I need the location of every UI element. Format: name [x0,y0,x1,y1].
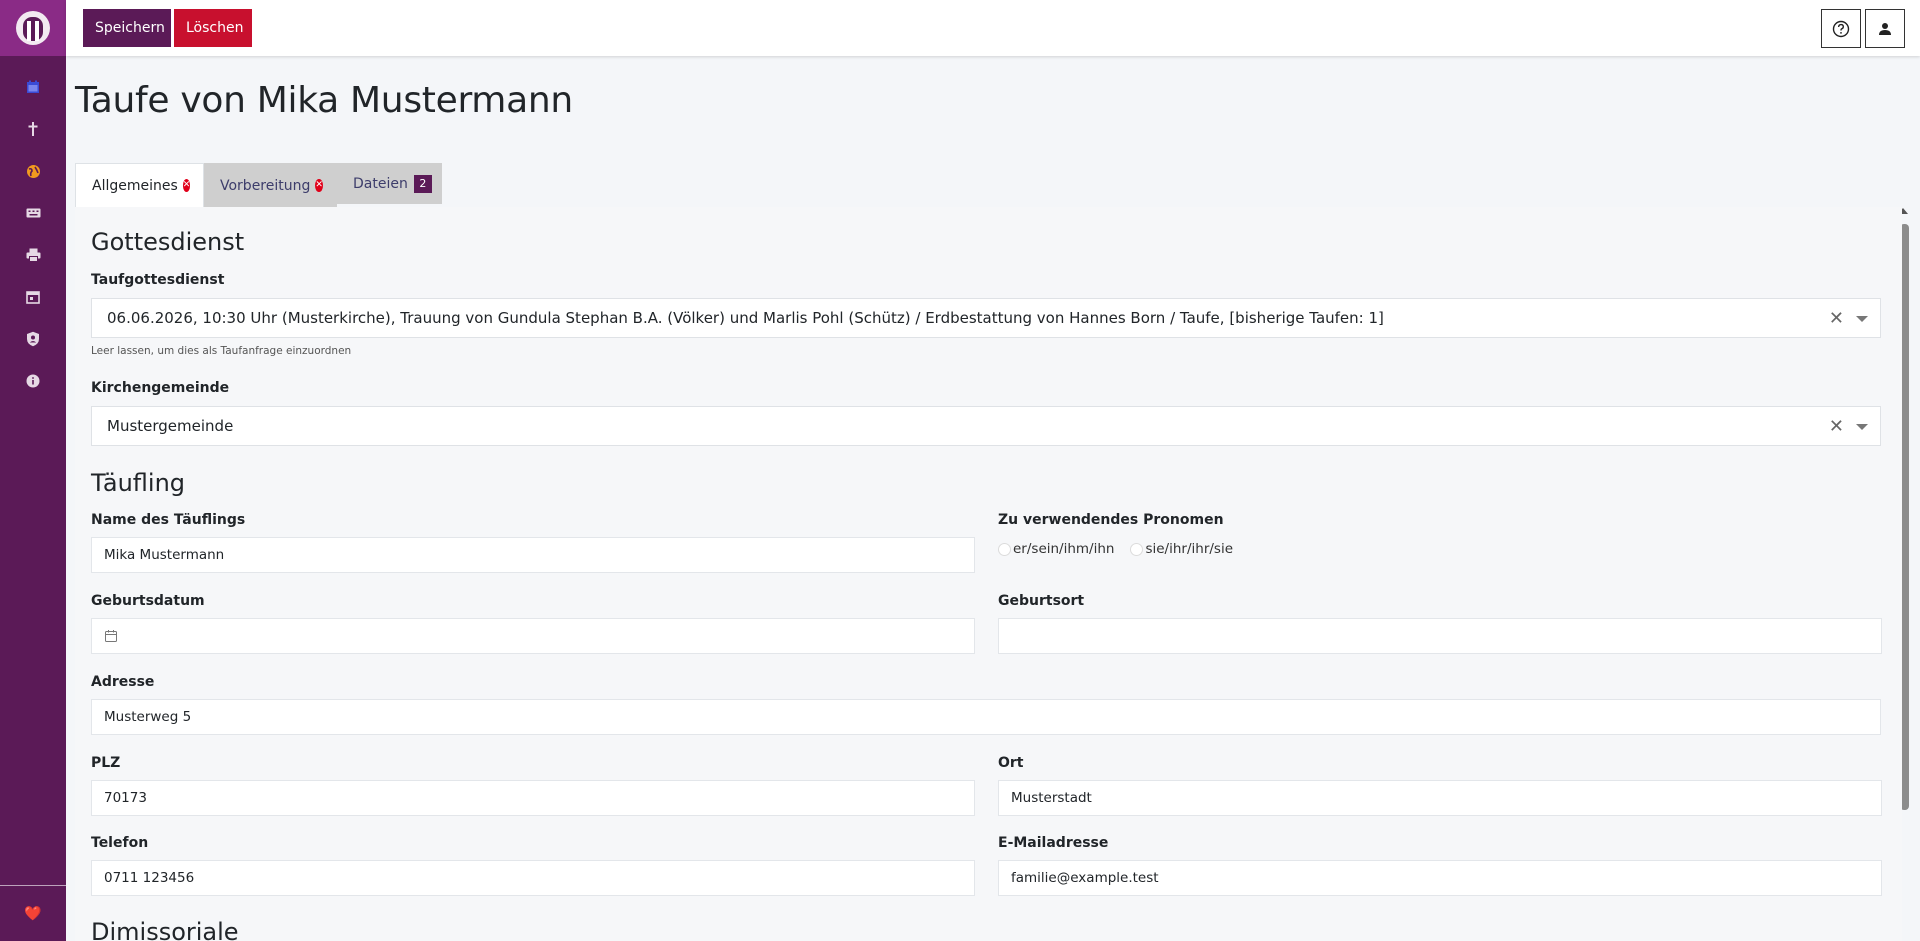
pronomen-radio-group: er/sein/ihm/ihn sie/ihr/ihr/sie [998,541,1233,557]
page-title: Taufe von Mika Mustermann [75,80,573,121]
info-icon [26,374,40,388]
kirchengemeinde-select[interactable]: Mustergemeinde ✕ [91,406,1881,446]
top-toolbar: Speichern Löschen [66,0,1920,56]
tab-label: Dateien [353,175,408,192]
keyboard-icon [26,208,40,218]
error-icon: ✕ [182,179,191,192]
geburtsdatum-input[interactable] [91,618,975,654]
shield-user-icon [27,331,39,347]
label-taufgottesdienst: Taufgottesdienst [91,272,225,288]
file-count-badge: 2 [413,174,432,193]
clear-icon[interactable]: ✕ [1829,308,1844,329]
sidebar-item-globe[interactable] [0,150,66,192]
help-circle-icon [1832,20,1850,37]
label-adresse: Adresse [91,674,155,690]
taufgottesdienst-select[interactable]: 06.06.2026, 10:30 Uhr (Musterkirche), Tr… [91,298,1881,338]
label-telefon: Telefon [91,835,149,851]
radio-label: er/sein/ihm/ihn [1013,541,1115,557]
user-icon [1879,22,1891,35]
pronomen-option-sie[interactable]: sie/ihr/ihr/sie [1130,541,1233,557]
help-button[interactable] [1821,9,1861,48]
brand-area [0,0,66,56]
form-content: Gottesdienst Taufgottesdienst 06.06.2026… [75,207,1902,941]
tab-vorbereitung[interactable]: Vorbereitung ✕ [204,163,337,208]
tab-allgemeines[interactable]: Allgemeines ✕ [75,163,204,207]
radio-button[interactable] [998,542,1011,556]
sidebar: ❤️ [0,0,66,941]
help-text: Leer lassen, um dies als Taufanfrage ein… [91,345,352,357]
chevron-down-icon[interactable] [1856,316,1868,322]
calendar-month-icon [26,291,40,304]
label-geburtsdatum: Geburtsdatum [91,593,205,609]
label-email: E-Mailadresse [998,835,1109,851]
sidebar-item-cross[interactable] [0,108,66,150]
radio-label: sie/ihr/ihr/sie [1145,541,1234,557]
select-value: 06.06.2026, 10:30 Uhr (Musterkirche), Tr… [107,309,1384,327]
delete-button[interactable]: Löschen [174,9,252,47]
sidebar-item-print[interactable] [0,234,66,276]
sidebar-item-schedule[interactable] [0,276,66,318]
tab-label: Vorbereitung [220,177,311,194]
label-name: Name des Täuflings [91,512,246,528]
label-ort: Ort [998,755,1024,771]
clear-icon[interactable]: ✕ [1829,416,1844,437]
sidebar-item-keyboard[interactable] [0,192,66,234]
adresse-input[interactable]: Musterweg 5 [91,699,1881,735]
radio-button[interactable] [1130,542,1144,556]
save-button[interactable]: Speichern [83,9,171,47]
calendar-icon[interactable] [104,629,118,643]
heart-icon: ❤️ [24,905,42,922]
tab-label: Allgemeines [92,177,178,194]
user-menu-button[interactable] [1865,9,1905,48]
geburtsort-input[interactable] [998,618,1882,654]
label-kirchengemeinde: Kirchengemeinde [91,380,230,396]
email-input[interactable]: familie@example.test [998,860,1882,896]
name-input[interactable]: Mika Mustermann [91,537,975,573]
calendar-icon [27,80,39,93]
sidebar-item-calendar[interactable] [0,66,66,108]
sidebar-nav [0,56,66,402]
tab-dateien[interactable]: Dateien 2 [337,163,442,204]
sidebar-item-admin[interactable] [0,318,66,360]
label-geburtsort: Geburtsort [998,593,1085,609]
error-icon: ✕ [315,179,323,192]
select-value: Mustergemeinde [107,417,234,435]
telefon-input[interactable]: 0711 123456 [91,860,975,896]
sidebar-item-info[interactable] [0,360,66,402]
label-pronomen: Zu verwendendes Pronomen [998,512,1224,528]
app-logo[interactable] [16,11,50,45]
plz-input[interactable]: 70173 [91,780,975,816]
pronomen-option-er[interactable]: er/sein/ihm/ihn [998,541,1114,557]
ort-input[interactable]: Musterstadt [998,780,1882,816]
chevron-down-icon[interactable] [1856,424,1868,430]
section-title-gottesdienst: Gottesdienst [91,228,245,256]
sidebar-footer[interactable]: ❤️ [0,885,66,941]
label-plz: PLZ [91,755,121,771]
section-title-dimissoriale: Dimissoriale [91,918,239,941]
printer-icon [26,248,40,262]
globe-icon [26,164,40,178]
cross-icon [28,122,38,136]
section-title-taeufling: Täufling [91,469,186,497]
